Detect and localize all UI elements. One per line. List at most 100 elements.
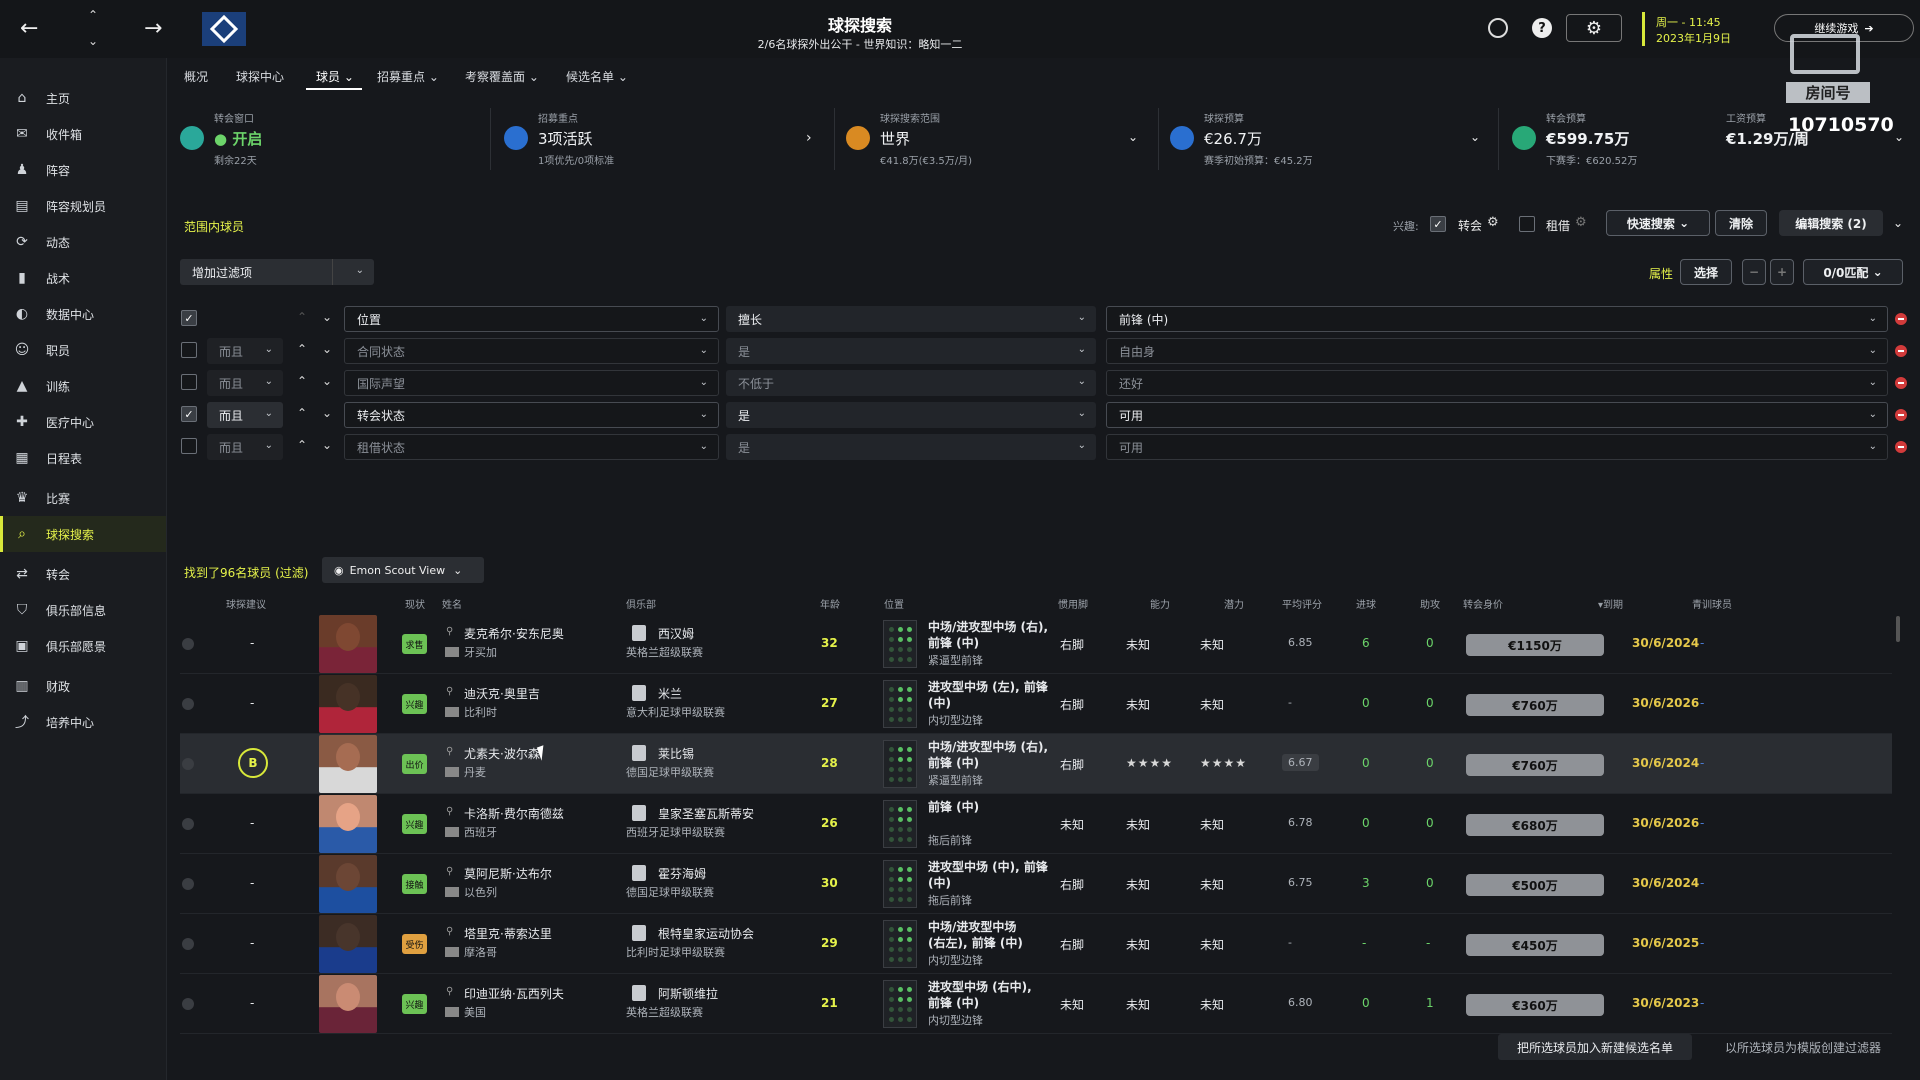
filter-operator-dropdown[interactable]: 是 ⌄	[726, 338, 1096, 364]
col-position[interactable]: 位置	[884, 596, 904, 611]
sidebar-item-trophy[interactable]: ♛ 比赛	[0, 480, 166, 516]
move-down-button[interactable]: ⌄	[322, 342, 332, 356]
sidebar-item-planner[interactable]: ▤ 阵容规划员	[0, 188, 166, 224]
scout-budget-card[interactable]: 球探预算 €26.7万 赛季初始预算：€45.2万 ⌄	[1170, 104, 1480, 174]
move-up-button[interactable]: ⌃	[297, 438, 307, 452]
filter-join-dropdown[interactable]: 而且 ⌄	[207, 370, 283, 396]
table-row[interactable]: - 受伤 ⚲ 塔里克·蒂索达里 摩洛哥 根特皇家运动协会 比利时足球甲级联赛 29 中场/进攻型…	[180, 914, 1892, 974]
filter-operator-dropdown[interactable]: 是 ⌄	[726, 402, 1096, 428]
sidebar-item-medical[interactable]: ✚ 医疗中心	[0, 404, 166, 440]
filter-value-dropdown[interactable]: 可用 ⌄	[1106, 402, 1888, 428]
club-name[interactable]: 霍芬海姆	[658, 865, 706, 882]
club-badge-icon[interactable]	[202, 12, 246, 46]
col-value[interactable]: 转会身价	[1463, 596, 1503, 611]
forward-button[interactable]: →	[144, 16, 174, 42]
move-down-button[interactable]: ⌄	[322, 310, 332, 324]
select-button[interactable]: 选择	[1680, 259, 1732, 285]
remove-filter-button[interactable]	[1895, 409, 1907, 421]
sidebar-item-transfer[interactable]: ⇄ 转会	[0, 556, 166, 592]
filter-value-dropdown[interactable]: 可用 ⌄	[1106, 434, 1888, 460]
move-down-button[interactable]: ⌄	[322, 438, 332, 452]
tab-shortlist[interactable]: 候选名单 ⌄	[566, 68, 628, 85]
sidebar-item-inbox[interactable]: ✉ 收件箱	[0, 116, 166, 152]
recruitment-focus-card[interactable]: 招募重点 3项活跃 1项优先/0项标准 ›	[504, 104, 824, 174]
remove-filter-button[interactable]	[1895, 441, 1907, 453]
filter-operator-dropdown[interactable]: 不低于 ⌄	[726, 370, 1096, 396]
move-down-button[interactable]: ⌄	[322, 406, 332, 420]
col-assists[interactable]: 助攻	[1420, 596, 1440, 611]
filter-field-dropdown[interactable]: 国际声望 ⌄	[344, 370, 719, 396]
down-button[interactable]: ⌄	[88, 34, 98, 48]
filter-enable-checkbox[interactable]	[181, 374, 197, 390]
row-select-radio[interactable]	[182, 998, 194, 1010]
clear-button[interactable]: 清除	[1715, 210, 1767, 236]
transfer-value-pill[interactable]: €680万	[1466, 814, 1604, 836]
player-name[interactable]: 迪沃克·奥里吉	[464, 685, 540, 702]
transfer-value-pill[interactable]: €500万	[1466, 874, 1604, 896]
move-up-button[interactable]: ⌃	[297, 406, 307, 420]
sidebar-item-dynamics[interactable]: ⟳ 动态	[0, 224, 166, 260]
remove-filter-button[interactable]	[1895, 377, 1907, 389]
filter-join-dropdown[interactable]: 而且 ⌄	[207, 338, 283, 364]
move-down-button[interactable]: ⌄	[322, 374, 332, 388]
sidebar-item-search[interactable]: ⌕ 球探搜索	[0, 516, 166, 552]
edit-search-button[interactable]: 编辑搜索 (2)	[1779, 210, 1883, 236]
move-up-button[interactable]: ⌃	[297, 342, 307, 356]
chevron-down-icon[interactable]: ⌄	[1893, 216, 1903, 230]
chevron-down-icon[interactable]: ⌄	[1128, 130, 1138, 144]
match-dropdown[interactable]: 0/0匹配 ⌄	[1803, 259, 1903, 285]
wage-budget-card[interactable]: 工资预算 €1.29万/周 ⌄	[1724, 104, 1914, 174]
filter-operator-dropdown[interactable]: 是 ⌄	[726, 434, 1096, 460]
table-row[interactable]: - 接触 ⚲ 莫阿尼斯·达布尔 以色列 霍芬海姆 德国足球甲级联赛 30 进攻型中场 (中), …	[180, 854, 1892, 914]
row-select-radio[interactable]	[182, 818, 194, 830]
row-select-radio[interactable]	[182, 638, 194, 650]
row-select-radio[interactable]	[182, 698, 194, 710]
scout-range-card[interactable]: 球探搜索范围 世界 €41.8万(€3.5万/月) ⌄	[846, 104, 1146, 174]
loan-checkbox[interactable]	[1519, 216, 1535, 232]
row-select-radio[interactable]	[182, 758, 194, 770]
filter-field-dropdown[interactable]: 租借状态 ⌄	[344, 434, 719, 460]
chevron-down-icon[interactable]: ⌄	[1470, 130, 1480, 144]
transfer-window-card[interactable]: 转会窗口 ● 开启 剩余22天	[180, 104, 480, 174]
filter-join-dropdown[interactable]: 而且 ⌄	[207, 434, 283, 460]
player-name[interactable]: 莫阿尼斯·达布尔	[464, 865, 552, 882]
sidebar-item-finance[interactable]: ▥ 财政	[0, 668, 166, 704]
table-row[interactable]: B 出价 ⚲ 尤素夫·波尔森 丹麦 莱比锡 德国足球甲级联赛 28 中场/进攻型中场 (右), 前…	[180, 734, 1892, 794]
club-name[interactable]: 米兰	[658, 685, 682, 702]
col-name[interactable]: 姓名	[442, 596, 462, 611]
sidebar-item-club-info[interactable]: ⛉ 俱乐部信息	[0, 592, 166, 628]
tab-coverage[interactable]: 考察覆盖面 ⌄	[465, 68, 539, 85]
club-name[interactable]: 西汉姆	[658, 625, 694, 642]
sidebar-item-club-vision[interactable]: ▣ 俱乐部愿景	[0, 628, 166, 664]
globe-icon[interactable]	[1488, 18, 1508, 38]
club-name[interactable]: 阿斯顿维拉	[658, 985, 718, 1002]
table-row[interactable]: - 兴趣 ⚲ 印迪亚纳·瓦西列夫 美国 阿斯顿维拉 英格兰超级联赛 21 进攻型中场 (右中),…	[180, 974, 1892, 1034]
filter-field-dropdown[interactable]: 转会状态 ⌄	[344, 402, 719, 428]
col-expiry[interactable]: ▾到期	[1598, 596, 1623, 611]
tab-scout-center[interactable]: 球探中心	[236, 68, 284, 85]
col-potential[interactable]: 潜力	[1224, 596, 1244, 611]
gear-icon[interactable]: ⚙	[1575, 215, 1587, 230]
filter-enable-checkbox[interactable]	[181, 342, 197, 358]
filter-value-dropdown[interactable]: 还好 ⌄	[1106, 370, 1888, 396]
transfer-value-pill[interactable]: €450万	[1466, 934, 1604, 956]
table-row[interactable]: - 兴趣 ⚲ 迪沃克·奥里吉 比利时 米兰 意大利足球甲级联赛 27 进攻型中场 (左), 前锋…	[180, 674, 1892, 734]
filter-value-dropdown[interactable]: 自由身 ⌄	[1106, 338, 1888, 364]
col-goals[interactable]: 进球	[1356, 596, 1376, 611]
tab-recruitment-focus[interactable]: 招募重点 ⌄	[377, 68, 439, 85]
create-filter-button[interactable]: 以所选球员为模版创建过滤器	[1706, 1034, 1900, 1060]
filter-value-dropdown[interactable]: 前锋 (中) ⌄	[1106, 306, 1888, 332]
col-ability[interactable]: 能力	[1150, 596, 1170, 611]
col-club[interactable]: 俱乐部	[626, 596, 656, 611]
scout-advice-badge[interactable]: B	[238, 748, 268, 778]
help-icon[interactable]: ?	[1532, 18, 1552, 38]
transfer-budget-card[interactable]: 转会预算 €599.75万 下赛季：€620.52万	[1512, 104, 1702, 174]
increase-button[interactable]: +	[1770, 259, 1794, 285]
sidebar-item-tactics[interactable]: ▮ 战术	[0, 260, 166, 296]
scrollbar[interactable]	[1896, 616, 1900, 642]
col-status[interactable]: 现状	[405, 596, 425, 611]
gear-icon[interactable]: ⚙	[1487, 215, 1499, 230]
back-button[interactable]: ←	[20, 16, 50, 42]
row-select-radio[interactable]	[182, 878, 194, 890]
player-name[interactable]: 尤素夫·波尔森	[464, 745, 540, 762]
